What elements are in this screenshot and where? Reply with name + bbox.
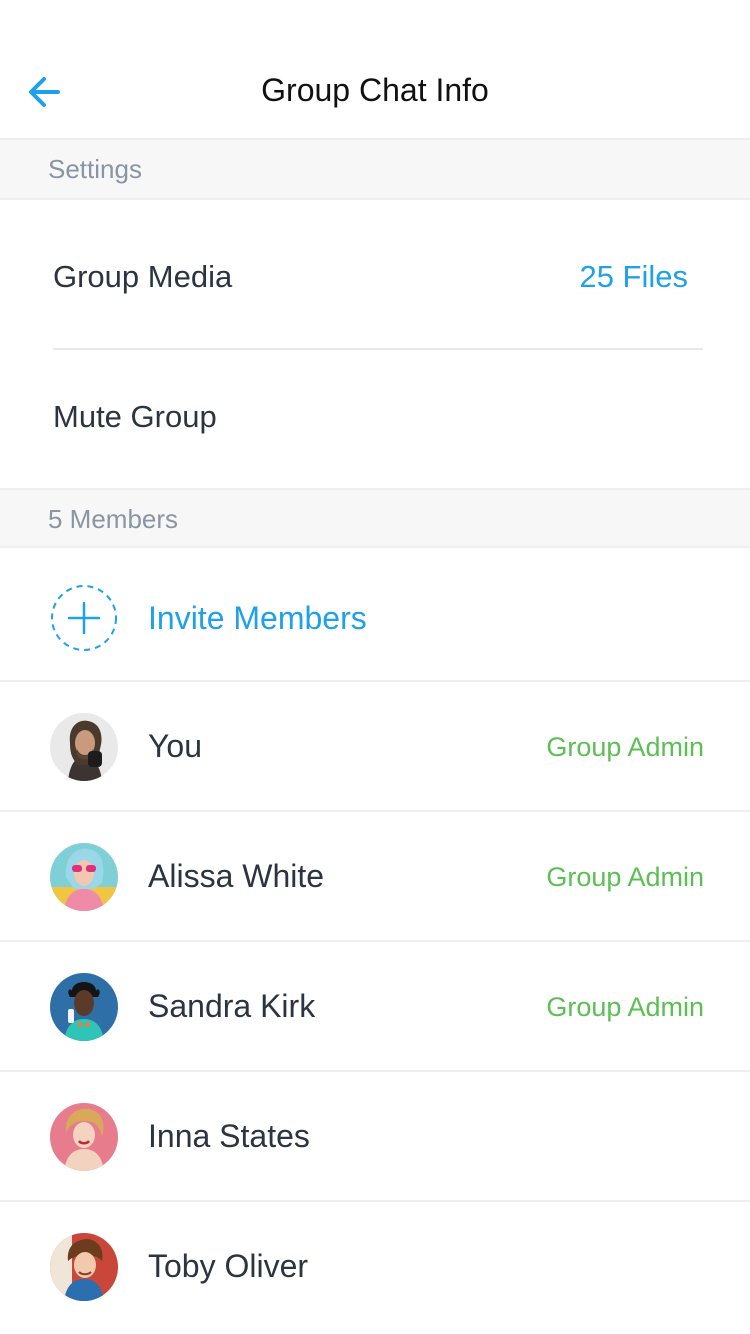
page-title: Group Chat Info (261, 72, 489, 108)
avatar (50, 1103, 118, 1171)
mute-group-label: Mute Group (53, 399, 217, 434)
member-name: Inna States (148, 1118, 310, 1154)
member-row[interactable]: Inna States (0, 1072, 750, 1202)
section-header-members: 5 Members (0, 488, 750, 548)
mute-group-row[interactable]: Mute Group (0, 340, 750, 488)
member-name: Sandra Kirk (148, 988, 316, 1024)
member-role-badge: Group Admin (546, 732, 704, 762)
group-media-count[interactable]: 25 Files (579, 258, 688, 296)
section-title-members: 5 Members (48, 504, 179, 534)
member-name: Toby Oliver (148, 1248, 309, 1284)
avatar (50, 713, 118, 781)
group-media-row[interactable]: Group Media 25 Files (0, 200, 750, 348)
header: Group Chat Info (0, 0, 750, 140)
plus-icon (51, 585, 117, 651)
avatar (50, 1233, 118, 1301)
member-name: Alissa White (148, 858, 325, 894)
invite-members-button[interactable] (50, 584, 118, 652)
member-row[interactable]: Alissa White Group Admin (0, 812, 750, 942)
member-name: You (148, 728, 202, 764)
member-role-badge: Group Admin (546, 862, 704, 892)
invite-members-row[interactable]: Invite Members (0, 550, 750, 682)
section-title-settings: Settings (48, 154, 142, 184)
section-header-settings: Settings (0, 140, 750, 200)
avatar (50, 843, 118, 911)
member-row[interactable]: You Group Admin (0, 682, 750, 812)
avatar (50, 973, 118, 1041)
group-media-label: Group Media (53, 259, 233, 294)
member-row[interactable]: Toby Oliver (0, 1202, 750, 1332)
member-row[interactable]: Sandra Kirk Group Admin (0, 942, 750, 1072)
member-role-badge: Group Admin (546, 992, 704, 1022)
invite-members-label: Invite Members (148, 600, 367, 636)
